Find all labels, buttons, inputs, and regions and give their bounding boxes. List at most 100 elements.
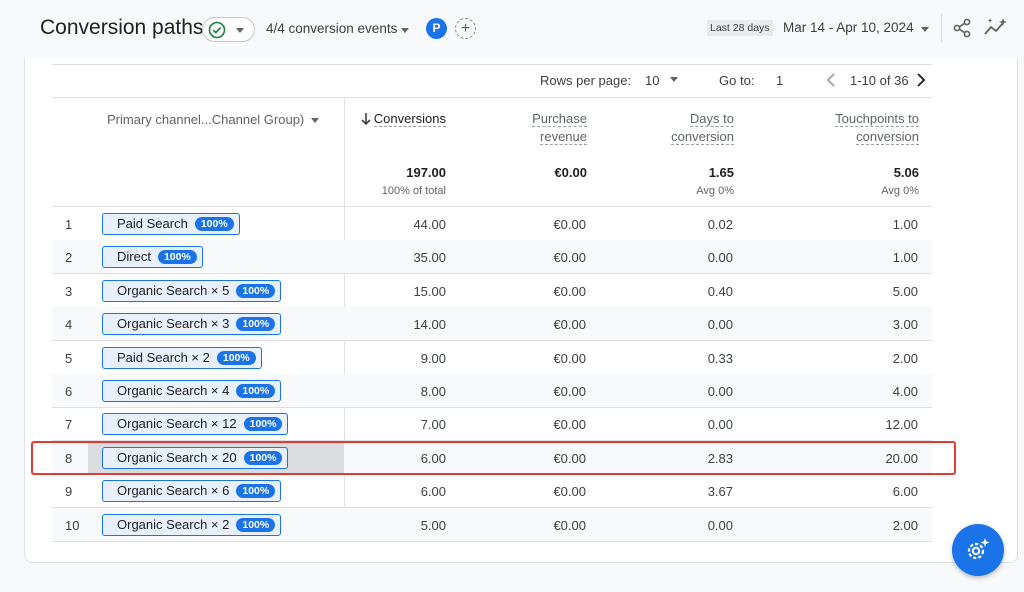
cell-revenue: €0.00 xyxy=(553,417,586,433)
cell-touchpoints: 3.00 xyxy=(892,317,918,333)
total-days-avg: Avg 0% xyxy=(696,185,734,197)
path-chip[interactable]: Organic Search × 5 100% xyxy=(102,279,282,302)
report-status-chip[interactable] xyxy=(202,17,255,42)
path-label: Paid Search xyxy=(117,216,188,231)
row-number: 5 xyxy=(65,350,73,366)
row-highlight-annotation xyxy=(31,441,956,475)
cell-conversions: 8.00 xyxy=(420,384,446,399)
pagination-range: 1-10 of 36 xyxy=(850,73,909,88)
total-conversions-share: 100% of total xyxy=(381,185,446,197)
path-label: Direct xyxy=(117,249,151,265)
path-chip[interactable]: Organic Search × 6 100% xyxy=(102,480,282,503)
cell-days: 0.33 xyxy=(707,350,733,366)
table-row[interactable]: 4 Organic Search × 3 100% 14.00 €0.00 0.00 3.0… xyxy=(52,307,932,342)
chevron-right-icon[interactable] xyxy=(915,71,927,89)
path-label: Organic Search × 2 xyxy=(117,516,230,532)
cell-touchpoints: 2.00 xyxy=(892,350,918,366)
table-row[interactable]: 1 Paid Search 100% 44.00 €0.00 0.02 1.00 xyxy=(52,207,932,241)
table-row[interactable]: 5 Paid Search × 2 100% 9.00 €0.00 0.33 2.00 xyxy=(52,341,932,375)
path-chip[interactable]: Organic Search × 3 100% xyxy=(102,313,282,336)
cell-touchpoints: 12.00 xyxy=(885,417,918,433)
path-chip[interactable]: Organic Search × 4 100% xyxy=(102,380,282,402)
dimension-column-header[interactable]: Primary channel...Channel Group) xyxy=(107,112,304,127)
avatar[interactable]: P xyxy=(426,18,447,39)
goto-label: Go to: xyxy=(719,73,755,88)
row-number: 9 xyxy=(65,484,73,500)
divider xyxy=(52,64,932,65)
rows-per-page-select[interactable]: 10 xyxy=(645,73,659,88)
chevron-down-icon[interactable] xyxy=(670,77,678,82)
path-chip[interactable]: Direct 100% xyxy=(102,246,203,269)
cell-revenue: €0.00 xyxy=(553,484,586,500)
path-label: Organic Search × 6 xyxy=(117,483,230,499)
total-touchpoints-avg: Avg 0% xyxy=(881,185,919,197)
path-percent-badge: 100% xyxy=(236,384,276,398)
path-percent-badge: 100% xyxy=(236,517,276,532)
total-revenue: €0.00 xyxy=(554,165,587,180)
path-percent-badge: 100% xyxy=(194,217,234,231)
chevron-down-icon[interactable] xyxy=(921,27,929,32)
chevron-left-icon[interactable] xyxy=(825,71,837,89)
chevron-down-icon xyxy=(236,28,244,33)
cell-touchpoints: 5.00 xyxy=(892,283,918,299)
cell-conversions: 9.00 xyxy=(420,350,446,366)
chevron-down-icon[interactable] xyxy=(311,118,319,123)
row-number: 2 xyxy=(65,250,73,266)
cell-touchpoints: 1.00 xyxy=(892,250,918,266)
goto-input[interactable]: 1 xyxy=(776,73,783,88)
path-label: Paid Search × 2 xyxy=(117,349,210,365)
check-circle-icon xyxy=(208,21,226,39)
cell-days: 0.00 xyxy=(707,517,733,533)
row-number: 4 xyxy=(65,317,73,333)
cell-revenue: €0.00 xyxy=(553,250,586,266)
add-comparison-button[interactable]: + xyxy=(455,18,476,39)
path-label: Organic Search × 4 xyxy=(117,383,230,398)
cell-conversions: 14.00 xyxy=(413,317,446,333)
conversion-events-selector[interactable]: 4/4 conversion events xyxy=(266,21,397,36)
cell-conversions: 6.00 xyxy=(420,484,446,500)
column-header-days-to-conversion[interactable]: Days to conversion xyxy=(600,110,734,146)
table-row[interactable]: 3 Organic Search × 5 100% 15.00 €0.00 0.40 5.0… xyxy=(52,274,932,308)
path-chip[interactable]: Organic Search × 12 100% xyxy=(102,413,289,436)
cell-days: 3.67 xyxy=(707,484,733,500)
table-row[interactable]: 2 Direct 100% 35.00 €0.00 0.00 1.00 xyxy=(52,240,932,275)
date-range-label: Last 28 days xyxy=(707,20,773,36)
column-header-conversions[interactable]: Conversions xyxy=(350,110,446,128)
table-row[interactable]: 6 Organic Search × 4 100% 8.00 €0.00 0.00 4.00 xyxy=(52,374,932,408)
table-row[interactable]: 7 Organic Search × 12 100% 7.00 €0.00 0.00 12.… xyxy=(52,407,932,442)
share-icon[interactable] xyxy=(951,17,973,39)
cell-conversions: 44.00 xyxy=(413,217,446,232)
cell-revenue: €0.00 xyxy=(553,384,586,399)
column-header-touchpoints[interactable]: Touchpoints to conversion xyxy=(760,110,919,146)
cell-revenue: €0.00 xyxy=(553,217,586,232)
total-days: 1.65 xyxy=(708,165,734,180)
total-touchpoints: 5.06 xyxy=(893,165,919,180)
gear-sparkle-icon xyxy=(967,538,990,560)
path-percent-badge: 100% xyxy=(236,484,276,499)
row-number: 7 xyxy=(65,417,73,433)
path-chip[interactable]: Paid Search × 2 100% xyxy=(102,346,262,369)
row-number: 3 xyxy=(65,283,73,299)
cell-days: 0.40 xyxy=(707,283,733,299)
cell-days: 0.00 xyxy=(707,384,733,399)
path-percent-badge: 100% xyxy=(157,250,197,265)
column-header-purchase-revenue[interactable]: Purchase revenue xyxy=(460,110,587,146)
cell-revenue: €0.00 xyxy=(553,283,586,299)
customize-report-button[interactable] xyxy=(952,524,1004,576)
path-percent-badge: 100% xyxy=(216,350,256,365)
divider xyxy=(52,97,932,98)
report-header: Conversion paths 4/4 conversion events P… xyxy=(0,0,1024,58)
table-row[interactable]: 9 Organic Search × 6 100% 6.00 €0.00 3.67 6.00 xyxy=(52,474,932,509)
chevron-down-icon xyxy=(401,28,409,33)
path-label: Organic Search × 3 xyxy=(117,316,230,332)
cell-touchpoints: 1.00 xyxy=(892,217,918,232)
cell-revenue: €0.00 xyxy=(553,350,586,366)
table-row[interactable]: 10 Organic Search × 2 100% 5.00 €0.00 0.00 2.0… xyxy=(52,507,932,542)
date-range-picker[interactable]: Mar 14 - Apr 10, 2024 xyxy=(783,20,914,35)
insights-icon[interactable] xyxy=(983,17,1007,39)
path-chip[interactable]: Organic Search × 2 100% xyxy=(102,513,282,536)
path-chip[interactable]: Paid Search 100% xyxy=(102,213,240,235)
cell-revenue: €0.00 xyxy=(553,517,586,533)
cell-revenue: €0.00 xyxy=(553,317,586,333)
row-number: 1 xyxy=(65,217,73,232)
